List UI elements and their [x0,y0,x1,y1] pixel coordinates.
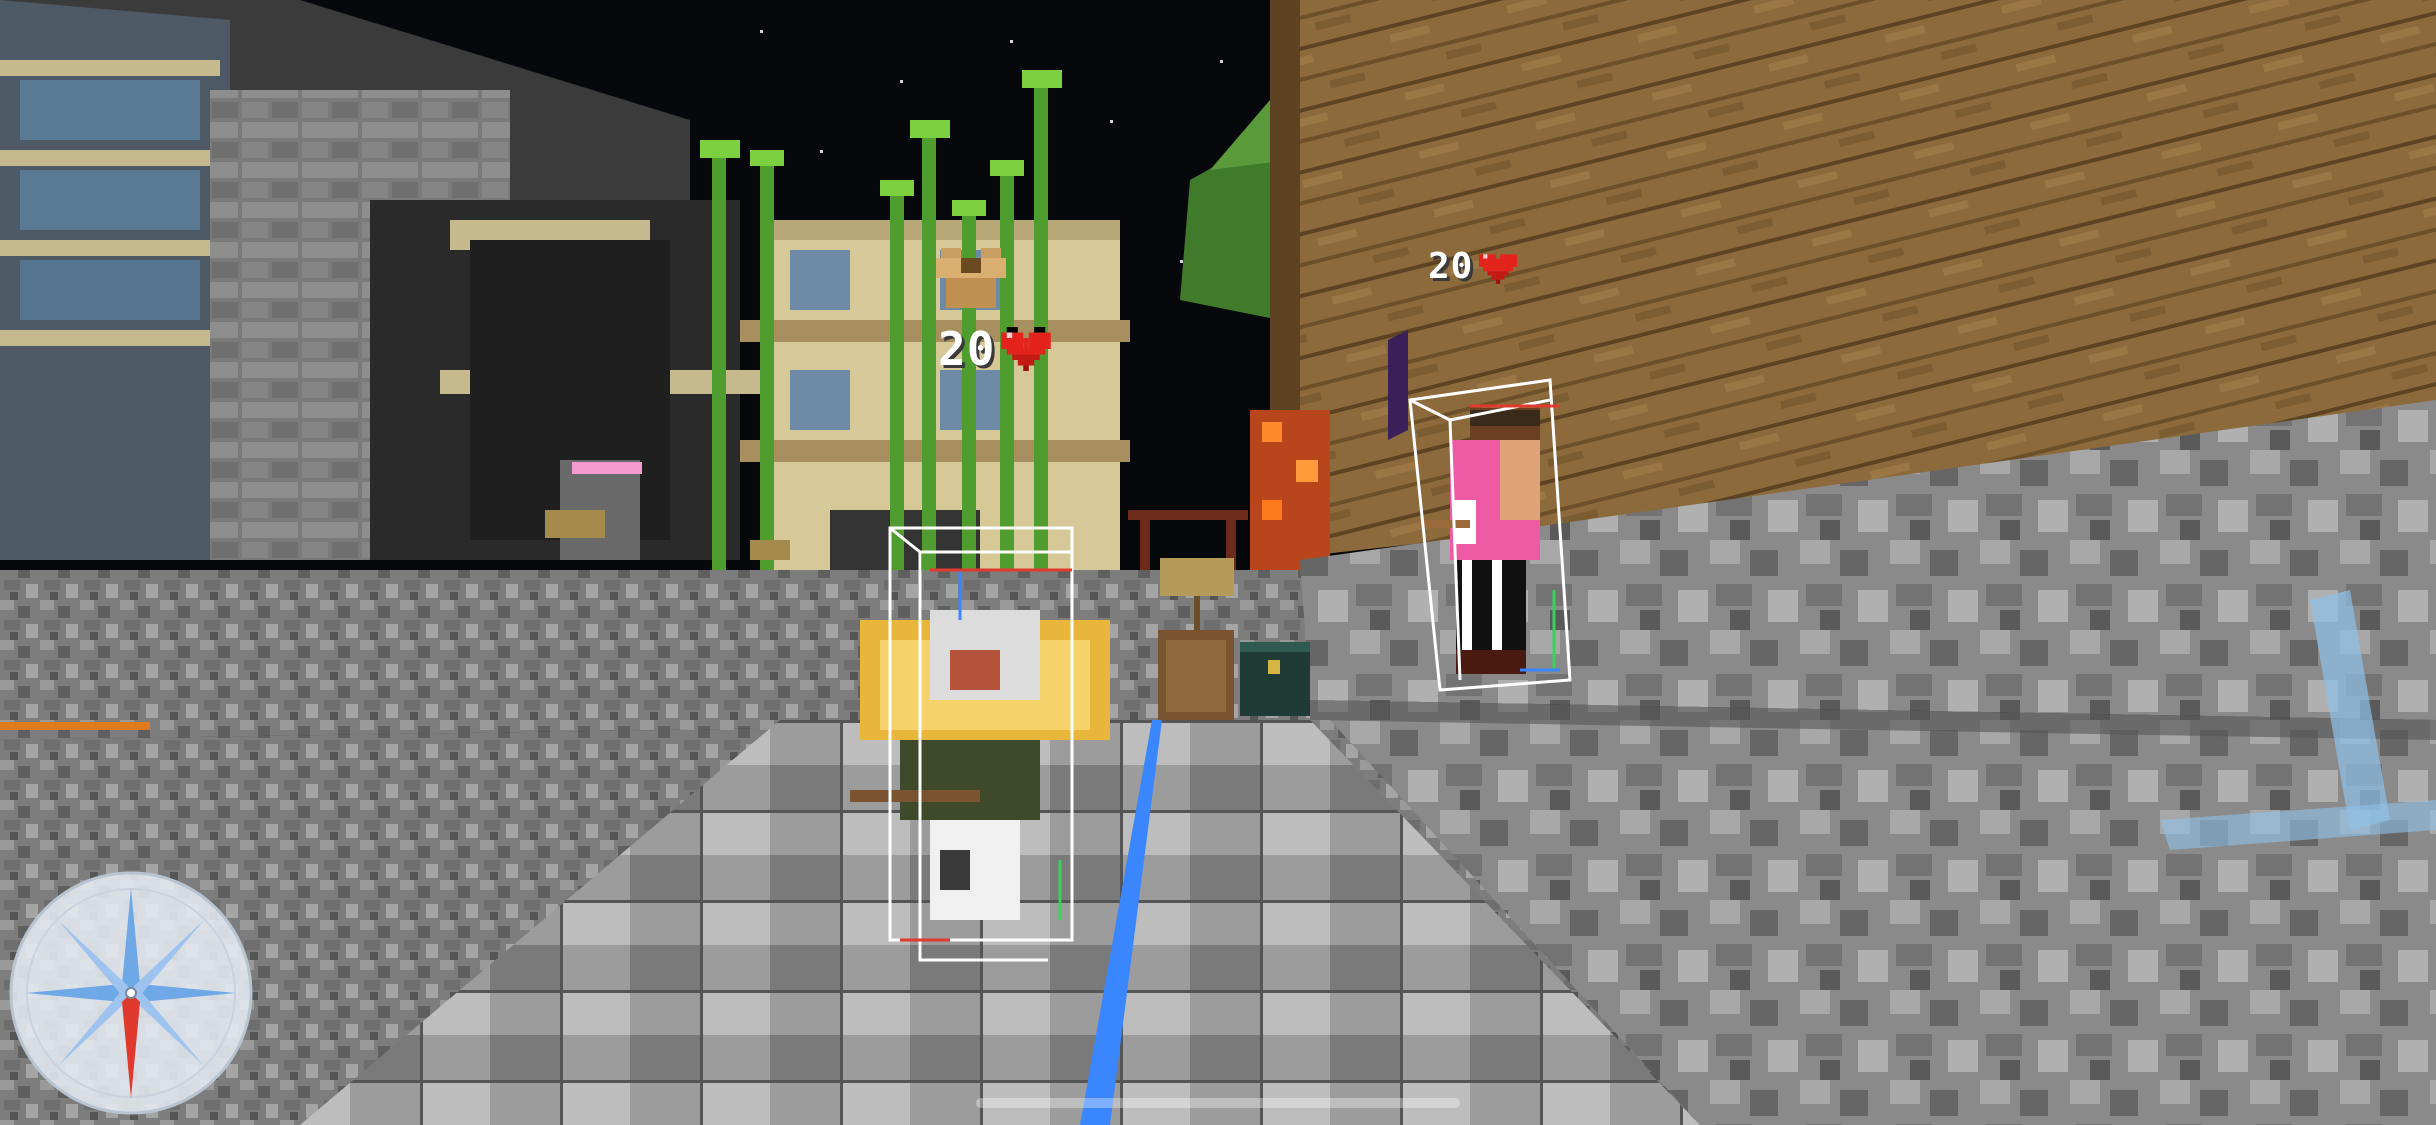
heart-icon [1479,253,1518,284]
health-value: 20 [938,322,996,376]
health-value: 20 [1428,246,1474,287]
player-health-tag-b: 20 [1428,246,1518,287]
player-health-tag-a: 20 [938,322,1052,376]
chestplate-icon [936,248,1006,308]
game-world-scene [0,0,2436,1125]
home-indicator[interactable] [976,1098,1460,1108]
heart-icon [1001,327,1052,371]
compass-icon[interactable] [8,870,254,1116]
